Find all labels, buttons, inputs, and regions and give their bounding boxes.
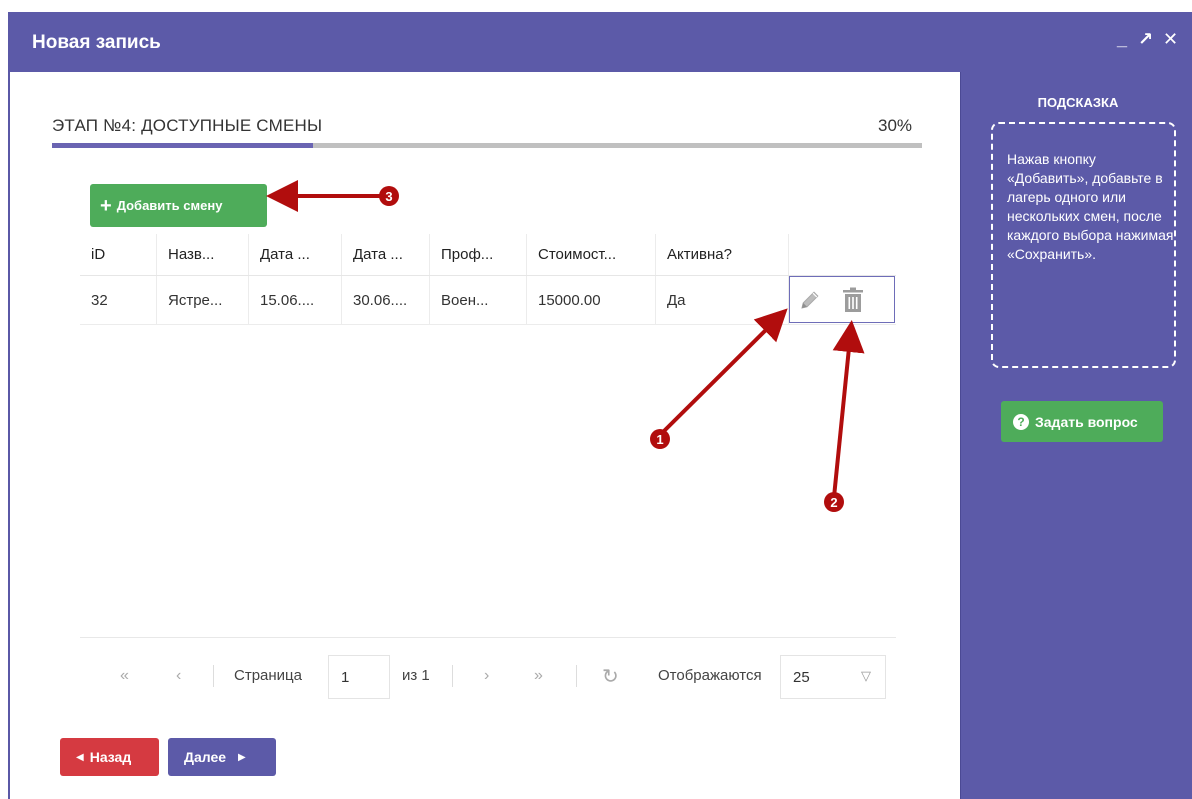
add-shift-label: Добавить смену	[116, 198, 223, 213]
cell-name: Ястре...	[157, 276, 249, 324]
dialog-window: Новая запись _ ↗ ✕ ЭТАП №4: ДОСТУПНЫЕ СМ…	[8, 12, 1192, 799]
hint-title: ПОДСКАЗКА	[1037, 95, 1119, 110]
page-size-label: Отображаются	[658, 667, 762, 684]
column-header-cost[interactable]: Стоимост...	[527, 234, 656, 275]
edit-icon[interactable]	[798, 288, 822, 312]
main-panel: ЭТАП №4: ДОСТУПНЫЕ СМЕНЫ 30% + Добавить …	[10, 72, 960, 799]
caret-right-icon: ▶	[238, 751, 246, 763]
column-header-id[interactable]: iD	[80, 234, 157, 275]
caret-left-icon: ◀	[76, 751, 84, 763]
prev-page-icon[interactable]: ‹	[176, 667, 181, 685]
cell-id: 32	[80, 276, 157, 324]
cell-date-end: 30.06....	[342, 276, 430, 324]
cell-active: Да	[656, 276, 789, 324]
first-page-icon[interactable]: «	[120, 667, 129, 685]
page-count-label: из 1	[402, 667, 430, 684]
back-label: Назад	[89, 749, 132, 765]
progress-bar	[52, 143, 922, 148]
title-bar: Новая запись _ ↗ ✕	[10, 12, 1192, 72]
next-label: Далее	[184, 749, 227, 765]
pagination-bar: « ‹ Страница 1 из 1 › » ↻ Отображаются 2…	[80, 655, 896, 699]
cell-date-start: 15.06....	[249, 276, 342, 324]
column-header-profile[interactable]: Проф...	[430, 234, 527, 275]
pager-separator	[452, 665, 453, 687]
page-number-input[interactable]: 1	[328, 655, 390, 699]
hint-sidebar: ПОДСКАЗКА Нажав кнопку «Добавить», добав…	[960, 72, 1192, 799]
minimize-icon[interactable]: _	[1117, 30, 1127, 48]
page-label: Страница	[234, 667, 302, 684]
hint-text: Нажав кнопку «Добавить», добавьте в лаге…	[991, 122, 1176, 368]
column-header-date-end[interactable]: Дата ...	[342, 234, 430, 275]
progress-fill	[52, 143, 313, 148]
ask-question-label: Задать вопрос	[1035, 413, 1138, 430]
ask-question-button[interactable]: ? Задать вопрос	[1001, 401, 1163, 442]
row-actions	[789, 276, 896, 324]
table-row[interactable]: 32 Ястре... 15.06.... 30.06.... Воен... …	[80, 276, 896, 325]
row-action-group	[789, 276, 895, 323]
refresh-icon[interactable]: ↻	[602, 664, 619, 689]
next-button[interactable]: Далее ▶	[168, 738, 276, 776]
pager-divider	[80, 637, 896, 638]
close-icon[interactable]: ✕	[1163, 30, 1178, 48]
stage-title: ЭТАП №4: ДОСТУПНЫЕ СМЕНЫ	[52, 116, 323, 135]
back-button[interactable]: ◀ Назад	[60, 738, 159, 776]
maximize-icon[interactable]: ↗	[1138, 30, 1153, 48]
cell-cost: 15000.00	[527, 276, 656, 324]
chevron-down-icon: ▽	[861, 668, 871, 683]
table-header: iD Назв... Дата ... Дата ... Проф... Сто…	[80, 234, 896, 276]
column-header-date-start[interactable]: Дата ...	[249, 234, 342, 275]
next-page-icon[interactable]: ›	[484, 667, 489, 685]
column-header-name[interactable]: Назв...	[157, 234, 249, 275]
page-size-value: 25	[793, 669, 810, 686]
add-shift-button[interactable]: + Добавить смену	[90, 184, 267, 227]
trash-icon[interactable]	[842, 287, 864, 313]
plus-icon: +	[100, 194, 112, 217]
pager-separator	[213, 665, 214, 687]
page-size-select[interactable]: 25 ▽	[780, 655, 886, 699]
shifts-table: iD Назв... Дата ... Дата ... Проф... Сто…	[80, 234, 896, 325]
column-header-active[interactable]: Активна?	[656, 234, 789, 275]
stage-percent: 30%	[878, 116, 913, 135]
window-title: Новая запись	[32, 32, 161, 53]
last-page-icon[interactable]: »	[534, 667, 543, 685]
column-header-actions	[789, 234, 896, 275]
cell-profile: Воен...	[430, 276, 527, 324]
pager-separator	[576, 665, 577, 687]
question-icon: ?	[1013, 413, 1029, 430]
